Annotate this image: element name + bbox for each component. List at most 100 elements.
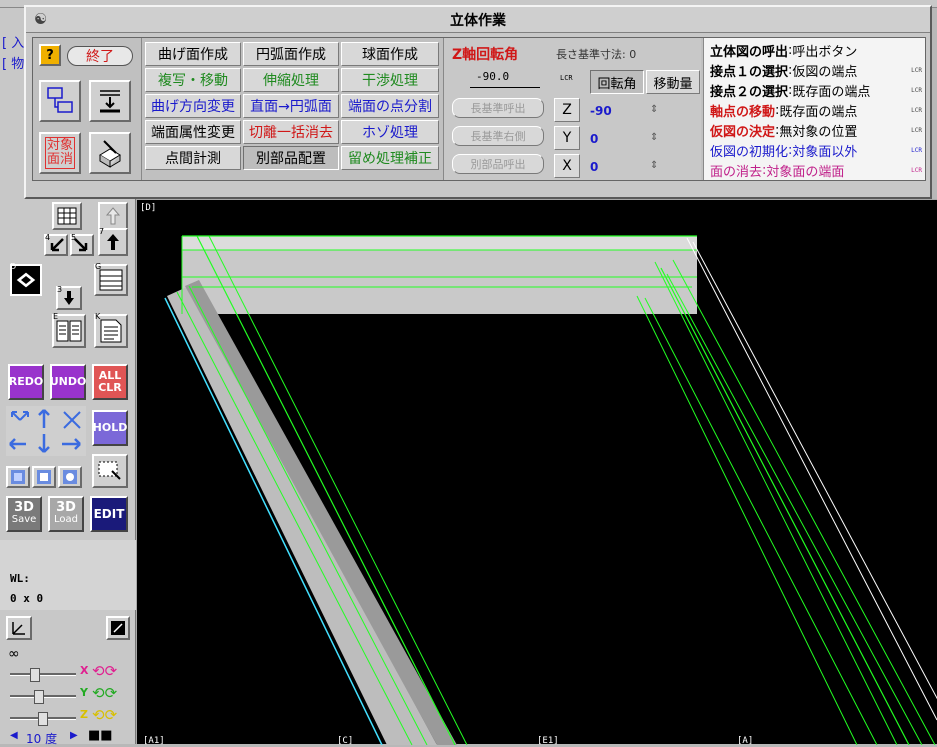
lcr-icon-2: LCR <box>911 67 922 74</box>
axis-z-button[interactable]: Z <box>554 98 580 122</box>
rotate-y-icon[interactable]: ⟲⟳ <box>92 684 117 702</box>
menu-place-part-label: 別部品配置 <box>256 151 326 167</box>
slider-z[interactable] <box>10 712 76 726</box>
menu-point-measure-label: 点間計測 <box>165 151 221 167</box>
menu-bend-face-label: 曲げ面作成 <box>158 47 228 63</box>
fit-view-icon[interactable] <box>106 616 130 640</box>
rotate-angle-button[interactable]: 回転角 <box>590 70 644 94</box>
help-key-7: 面の消去 <box>710 164 763 180</box>
axis-x-button[interactable]: X <box>554 154 580 178</box>
dialog-rittai-sagyo: ☯ 立体作業 ? 終了 対象面消 曲げ面作成 円弧面作成 球面作成 複写・移動 … <box>24 5 932 199</box>
strip-text-1: [ 入 <box>2 36 25 51</box>
select-area-icon[interactable] <box>92 454 128 488</box>
edit-button[interactable]: EDIT <box>90 496 128 532</box>
menu-stretch[interactable]: 伸縮処理 <box>243 68 339 92</box>
help-button[interactable]: ? <box>39 44 61 66</box>
help-key-4: 軸点の移動 <box>710 104 776 120</box>
slider-y-label: Y <box>80 686 88 699</box>
view-icon-3[interactable] <box>58 466 82 488</box>
press-tool-icon[interactable] <box>89 80 131 122</box>
close-label: 終了 <box>86 49 114 65</box>
menu-bend-face[interactable]: 曲げ面作成 <box>145 42 241 66</box>
move-amount-button[interactable]: 移動量 <box>646 70 700 94</box>
menu-miter-fix[interactable]: 留め処理補正 <box>341 146 439 170</box>
menu-cut-erase[interactable]: 切離一括消去 <box>243 120 339 144</box>
layout-tool-icon[interactable] <box>39 80 81 122</box>
tool-icon-arrow-up-hollow[interactable] <box>98 202 128 230</box>
help-val-7: 対象面の端面 <box>766 164 845 180</box>
undo-button[interactable]: UNDO <box>50 364 86 400</box>
help-line-3: 接点２の選択: 既存面の端点 LCR <box>710 80 922 100</box>
step-value: 10 度 <box>26 732 58 746</box>
step-left-icon[interactable]: ◀ <box>10 730 18 741</box>
dialog-title: 立体作業 <box>450 12 506 29</box>
help-label: ? <box>46 47 54 63</box>
menu-copy-move[interactable]: 複写・移動 <box>145 68 241 92</box>
menu-arc-face[interactable]: 円弧面作成 <box>243 42 339 66</box>
all-clear-button[interactable]: ALL CLR <box>92 364 128 400</box>
angle-value: -90.0 <box>476 70 510 83</box>
slider-x[interactable] <box>10 668 76 682</box>
step-right-icon[interactable]: ▶ <box>70 730 78 741</box>
redo-button[interactable]: REDO <box>8 364 44 400</box>
axis-y-value[interactable]: 0 <box>590 132 598 146</box>
load-3d-button[interactable]: 3D Load <box>48 496 84 532</box>
help-val-1: 呼出ボタン <box>792 44 858 60</box>
help-key-3: 接点２の選択 <box>710 84 789 100</box>
coordinate-icon[interactable] <box>6 616 32 640</box>
axis-y-spin-icon[interactable]: ⇕ <box>650 132 658 143</box>
wl-panel: WL: 0 x 0 <box>0 540 136 610</box>
view-icon-1[interactable] <box>6 466 30 488</box>
menu-tenon[interactable]: ホゾ処理 <box>341 120 439 144</box>
hold-button[interactable]: HOLD <box>92 410 128 446</box>
tool-num-3: 3 <box>57 285 63 294</box>
help-val-6: 対象面以外 <box>792 144 858 160</box>
all-clear-line2: CLR <box>98 381 122 394</box>
lcr-icon-5: LCR <box>911 127 922 134</box>
close-button[interactable]: 終了 <box>67 46 133 66</box>
call-base-length-button: 長基準呼出 <box>452 98 544 118</box>
save-3d-line1: 3D <box>14 500 34 515</box>
dialog-menu-icon[interactable]: ☯ <box>34 10 47 28</box>
axis-y-button[interactable]: Y <box>554 126 580 150</box>
menu-straight-to-arc[interactable]: 直面→円弧面 <box>243 94 339 118</box>
help-line-4: 軸点の移動: 既存面の端点 LCR <box>710 100 922 120</box>
call-part-label: 別部品呼出 <box>470 158 526 171</box>
base-dimension-label: 長さ基準寸法: 0 <box>556 48 637 61</box>
menu-sphere-face[interactable]: 球面作成 <box>341 42 439 66</box>
rotate-z-icon[interactable]: ⟲⟳ <box>92 706 117 724</box>
rotate-x-icon[interactable]: ⟲⟳ <box>92 662 117 680</box>
viewport-3d[interactable]: [D] [A1] [C] [E1] [A] <box>136 199 937 746</box>
operation-help-panel: 立体図の呼出: 呼出ボタン 接点１の選択: 仮図の端点 LCR 接点２の選択: 既存面… <box>703 38 925 180</box>
axis-z-spin-icon[interactable]: ⇕ <box>650 104 658 115</box>
navigation-pad <box>6 406 86 456</box>
menu-place-part[interactable]: 別部品配置 <box>243 146 339 170</box>
cut-box-icon[interactable] <box>89 132 131 174</box>
lcr-icon-6: LCR <box>911 147 922 154</box>
axis-y-label: Y <box>562 130 572 146</box>
menu-tenon-label: ホゾ処理 <box>362 125 418 141</box>
tool-icon-grid[interactable] <box>52 202 82 230</box>
target-clear-button[interactable]: 対象面消 <box>39 132 81 174</box>
cube-icon[interactable]: ■■ <box>88 728 113 743</box>
axis-x-value[interactable]: 0 <box>590 160 598 174</box>
call-part-button: 別部品呼出 <box>452 154 544 174</box>
save-3d-button[interactable]: 3D Save <box>6 496 42 532</box>
menu-end-point-split[interactable]: 端面の点分割 <box>341 94 439 118</box>
menu-bend-direction[interactable]: 曲げ方向変更 <box>145 94 241 118</box>
axis-z-value[interactable]: -90 <box>590 104 612 118</box>
dialog-titlebar[interactable]: ☯ 立体作業 <box>26 7 930 33</box>
menu-interference[interactable]: 干渉処理 <box>341 68 439 92</box>
axis-x-spin-icon[interactable]: ⇕ <box>650 160 658 171</box>
rotation-title: Z軸回転角 <box>452 47 519 63</box>
slider-y[interactable] <box>10 690 76 704</box>
angle-field[interactable]: -90.0 <box>470 70 540 88</box>
menu-end-attribute[interactable]: 端面属性変更 <box>145 120 241 144</box>
menu-point-measure[interactable]: 点間計測 <box>145 146 241 170</box>
call-base-length-label: 長基準呼出 <box>470 102 526 115</box>
axis-z-label: Z <box>562 102 572 118</box>
view-icon-2[interactable] <box>32 466 56 488</box>
viewport-label-c: [C] <box>337 736 354 746</box>
tool-num-5: 5 <box>71 233 77 242</box>
help-line-6: 仮図の初期化: 対象面以外 LCR <box>710 140 922 160</box>
